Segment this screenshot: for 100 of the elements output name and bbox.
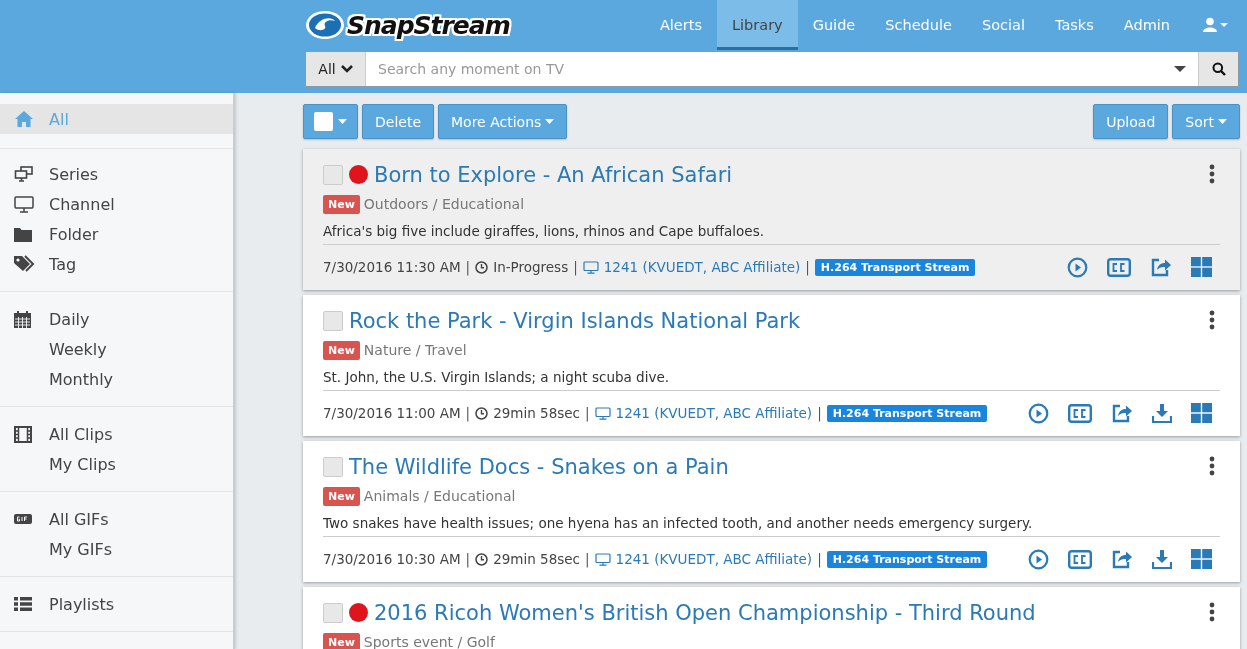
category-text: Outdoors / Educational [363,196,525,212]
channel-link[interactable]: 1241 (KVUEDT, ABC Affiliate) [615,551,813,567]
sidebar-item[interactable]: Folder [0,219,233,249]
caret-icon [1218,119,1227,124]
sidebar-item[interactable]: Channel [0,189,233,219]
separator-text: | [585,405,590,421]
separator-text: | [585,551,590,567]
category-text: Sports event / Golf [363,634,495,649]
new-badge: New [323,340,360,360]
separator-text: | [817,405,822,421]
download-icon[interactable] [1152,403,1172,423]
more-actions-dropdown[interactable]: More Actions [438,104,568,139]
checkbox[interactable] [323,602,343,623]
sidebar-item[interactable]: My GIFs [0,534,233,564]
download-icon[interactable] [1152,549,1172,569]
nav-tab[interactable]: Social [966,0,1040,50]
monitors-icon [14,166,34,182]
checkbox[interactable] [323,164,343,185]
nav-tab[interactable]: Admin [1108,0,1185,50]
sidebar-item[interactable]: Playlists [0,589,233,619]
more-options-icon[interactable] [1209,602,1215,622]
share-icon[interactable] [1111,549,1133,569]
home-icon [14,110,34,128]
checkbox[interactable] [323,310,343,331]
sort-dropdown[interactable]: Sort [1172,104,1240,139]
swirl-icon [305,10,345,40]
monitor-icon [594,552,611,566]
clock-icon [475,552,489,566]
more-options-icon[interactable] [1209,164,1215,184]
play-icon[interactable] [1067,256,1088,278]
new-badge: New [323,632,360,649]
calendar-icon [14,310,31,328]
description-text: Africa's big five include giraffes, lions, rhinos and Cape buffaloes. [323,223,1220,245]
channel-link[interactable]: 1241 (KVUEDT, ABC Affiliate) [615,405,813,421]
caret-icon [545,119,555,124]
list-icon [14,596,32,612]
duration-text: 29min 58sec [493,405,581,421]
nav-tab[interactable]: Library [717,0,798,50]
recording-title[interactable]: Rock the Park - Virgin Islands National Park [349,308,801,333]
sidebar-item[interactable]: All GIFs [0,504,233,534]
nav-tab[interactable]: Schedule [870,0,967,50]
more-options-icon[interactable] [1209,310,1215,330]
play-icon[interactable] [1028,402,1049,424]
duration-text: In-Progress [493,259,569,275]
grid-icon[interactable] [1191,403,1212,423]
gif-icon [14,514,32,524]
share-icon[interactable] [1111,403,1133,423]
sidebar-item[interactable]: Weekly [0,334,233,364]
grid-icon[interactable] [1191,257,1212,277]
more-options-icon[interactable] [1209,456,1215,476]
new-badge: New [323,486,360,506]
separator-text: | [465,551,471,567]
share-icon[interactable] [1150,257,1172,277]
checkbox[interactable] [323,456,343,477]
sidebar-item[interactable]: Tag [0,249,233,279]
nav-tab[interactable]: Tasks [1039,0,1109,50]
sidebar-item[interactable]: All Clips [0,419,233,449]
new-badge: New [323,194,360,214]
clock-icon [475,406,489,420]
separator-text: | [805,259,810,275]
play-icon[interactable] [1028,548,1049,570]
sidebar-item[interactable]: Daily [0,304,233,334]
upload-button[interactable]: Upload [1093,104,1169,139]
recording-title[interactable]: Born to Explore - An African Safari [374,162,733,187]
separator-text: | [465,259,471,275]
user-icon [1203,17,1229,33]
sidebar-item[interactable]: Monthly [0,364,233,394]
clock-icon [475,260,489,274]
format-badge: H.264 Transport Stream [814,258,976,276]
date-time-text: 7/30/2016 11:30 AM [323,259,461,275]
description-text: St. John, the U.S. Virgin Islands; a night scuba dive. [323,369,1220,391]
channel-link[interactable]: 1241 (KVUEDT, ABC Affiliate) [603,259,801,275]
monitor-icon [582,260,599,274]
format-badge: H.264 Transport Stream [826,404,988,422]
closed-captions-icon[interactable] [1068,549,1092,569]
date-time-text: 7/30/2016 11:00 AM [323,405,461,421]
sidebar-item[interactable]: Series [0,159,233,189]
monitor-icon [14,195,34,213]
film-icon [14,425,32,443]
recording-title[interactable]: The Wildlife Docs - Snakes on a Pain [349,454,729,479]
separator-text: | [817,551,822,567]
description-text: Two snakes have health issues; one hyena has an infected tooth, and another needs emergency surgery. [323,515,1220,537]
select-all-dropdown[interactable] [303,104,358,139]
caret-icon [338,119,347,124]
format-badge: H.264 Transport Stream [826,550,988,568]
monitor-icon [594,406,611,420]
closed-captions-icon[interactable] [1068,403,1092,423]
delete-button[interactable]: Delete [362,104,434,139]
nav-tab[interactable]: Alerts [644,0,717,50]
separator-text: | [573,259,578,275]
tags-icon [14,255,36,273]
grid-icon[interactable] [1191,549,1212,569]
recording-title[interactable]: 2016 Ricoh Women's British Open Championship - Third Round [374,600,1036,625]
separator-text: | [465,405,471,421]
duration-text: 29min 58sec [493,551,581,567]
nav-tab[interactable]: Guide [797,0,871,50]
sidebar-item[interactable]: My Clips [0,449,233,479]
logo[interactable]: SnapStream [305,0,510,50]
category-text: Animals / Educational [363,488,516,504]
closed-captions-icon[interactable] [1107,257,1131,277]
